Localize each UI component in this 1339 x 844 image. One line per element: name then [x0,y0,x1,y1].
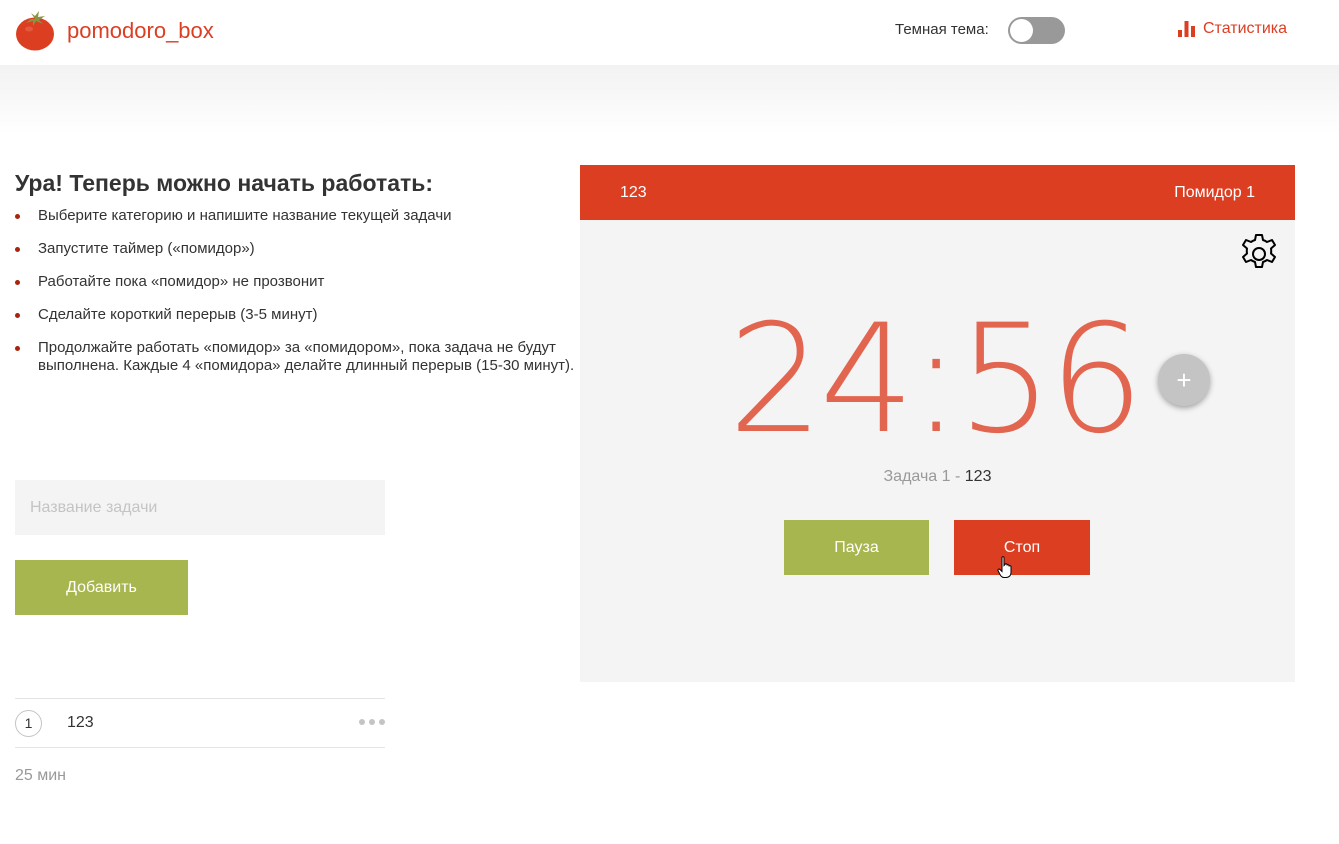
caption-task-name: 123 [964,468,992,485]
dot [369,719,375,725]
statistics-label: Статистика [1203,20,1288,37]
toggle-knob [1010,19,1033,42]
header: pomodoro_box Темная тема: Статистика [0,0,1339,65]
plus-icon: + [1176,365,1192,395]
gear-icon[interactable] [1235,231,1283,279]
timer-display: 24:56 [728,295,1144,465]
intro-title: Ура! Теперь можно начать работать: [15,170,434,196]
timer-pomodoro-label: Помидор 1 [1174,184,1255,201]
dark-theme-toggle[interactable] [1008,17,1065,44]
task-name-input[interactable] [15,480,385,535]
timer-digits: 24:56 [728,293,1144,467]
pause-button[interactable]: Пауза [784,520,929,575]
tomato-logo-icon[interactable] [15,10,55,51]
hand-cursor-icon [997,556,1012,578]
add-time-button[interactable]: + [1158,354,1210,406]
instruction-list: Выберите категорию и напишите название т… [15,207,575,390]
dark-theme-label: Темная тема: [895,21,989,38]
current-task-caption: Задача 1 - 123 [580,468,1295,486]
bullet-icon [15,247,20,252]
total-time: 25 мин [15,767,67,784]
instruction-item: Выберите категорию и напишите название т… [15,207,575,225]
timer-panel: 123 Помидор 1 24:56 + Задача 1 - 123 Пау… [580,165,1295,682]
task-menu-icon[interactable] [359,719,385,725]
add-task-button[interactable]: Добавить [15,560,188,615]
task-pomodoro-count: 1 [15,709,42,737]
stop-button[interactable]: Стоп [954,520,1090,575]
dot [359,719,365,725]
dot [379,719,385,725]
instruction-item: Запустите таймер («помидор») [15,240,575,258]
bullet-icon [15,280,20,285]
bullet-icon [15,214,20,219]
task-list: 1 123 [15,698,385,748]
task-row[interactable]: 1 123 [15,699,385,748]
brand-name[interactable]: pomodoro_box [67,18,214,44]
timer-task-name: 123 [620,184,647,201]
instruction-item: Сделайте короткий перерыв (3-5 минут) [15,306,575,324]
caption-prefix: Задача 1 - [883,468,965,485]
bullet-icon [15,346,20,351]
statistics-link[interactable]: Статистика [1178,20,1287,38]
timer-header: 123 Помидор 1 [580,165,1295,220]
bullet-icon [15,313,20,318]
task-name[interactable]: 123 [67,714,94,732]
instruction-item: Продолжайте работать «помидор» за «помид… [15,339,575,375]
header-shadow [0,65,1339,135]
instruction-item: Работайте пока «помидор» не прозвонит [15,273,575,291]
bar-chart-icon [1178,21,1195,37]
